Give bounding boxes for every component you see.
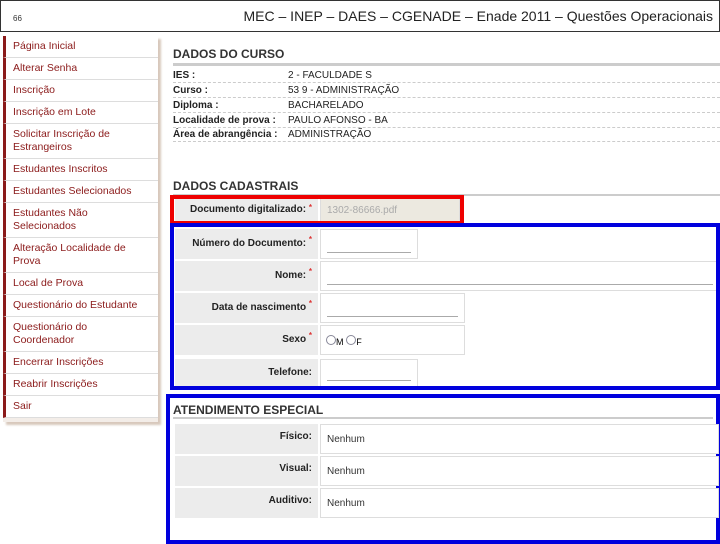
sidebar-item-sair[interactable]: Sair <box>3 396 158 418</box>
value: Nenhum <box>327 498 365 509</box>
slide-header: 66 MEC – INEP – DAES – CGENADE – Enade 2… <box>0 0 720 32</box>
sidebar-item-alterar-senha[interactable]: Alterar Senha <box>3 58 158 80</box>
highlight-blue-box <box>170 223 720 390</box>
sidebar-item-local-prova[interactable]: Local de Prova <box>3 273 158 295</box>
sidebar-item-reabrir-inscricoes[interactable]: Reabrir Inscrições <box>3 374 158 396</box>
value: BACHARELADO <box>288 100 364 111</box>
page-number: 66 <box>13 14 22 23</box>
label: IES : <box>173 70 196 81</box>
label: Diploma : <box>173 100 219 111</box>
sidebar-item-estudantes-selecionados[interactable]: Estudantes Selecionados <box>3 181 158 203</box>
sidebar-item-questionario-estudante[interactable]: Questionário do Estudante <box>3 295 158 317</box>
sidebar-item-inscricao-lote[interactable]: Inscrição em Lote <box>3 102 158 124</box>
section-heading-cadastrais: DADOS CADASTRAIS <box>173 179 299 193</box>
sidebar-item-estudantes-inscritos[interactable]: Estudantes Inscritos <box>3 159 158 181</box>
sidebar-item-questionario-coordenador[interactable]: Questionário do Coordenador <box>3 317 158 352</box>
value: PAULO AFONSO - BA <box>288 115 388 126</box>
info-row-ies: IES : 2 - FACULDADE S <box>173 68 720 83</box>
label: Auditivo: <box>268 495 312 506</box>
label: Localidade de prova : <box>173 115 276 126</box>
sidebar-item-encerrar-inscricoes[interactable]: Encerrar Inscrições <box>3 352 158 374</box>
label: Visual: <box>279 463 312 474</box>
slide-title: MEC – INEP – DAES – CGENADE – Enade 2011… <box>243 8 714 24</box>
label: Curso : <box>173 85 208 96</box>
divider <box>173 417 713 419</box>
label: Área de abrangência : <box>173 129 278 140</box>
info-row-curso: Curso : 53 9 - ADMINISTRAÇÃO <box>173 83 720 98</box>
sidebar-item-pagina-inicial[interactable]: Página Inicial <box>3 36 158 58</box>
fisico-value: Nenhum <box>320 424 719 454</box>
info-row-localidade: Localidade de prova : PAULO AFONSO - BA <box>173 113 720 128</box>
label: Físico: <box>279 431 312 442</box>
sidebar-item-estudantes-nao-selecionados[interactable]: Estudantes Não Selecionados <box>3 203 158 238</box>
sidebar-item-alteracao-localidade[interactable]: Alteração Localidade de Prova <box>3 238 158 273</box>
sidebar-item-solicitar-estrangeiros[interactable]: Solicitar Inscrição de Estrangeiros <box>3 124 158 159</box>
row-visual: Visual: Nenhum <box>175 456 719 486</box>
sidebar-item-inscricao[interactable]: Inscrição <box>3 80 158 102</box>
row-auditivo: Auditivo: Nenhum <box>175 488 719 518</box>
section-heading-atendimento: ATENDIMENTO ESPECIAL <box>173 403 324 417</box>
value: 53 9 - ADMINISTRAÇÃO <box>288 85 400 96</box>
info-row-diploma: Diploma : BACHARELADO <box>173 98 720 113</box>
sidebar-menu: Página Inicial Alterar Senha Inscrição I… <box>3 36 158 422</box>
value: ADMINISTRAÇÃO <box>288 129 372 140</box>
value: Nenhum <box>327 434 365 445</box>
auditivo-value: Nenhum <box>320 488 719 518</box>
info-row-area: Área de abrangência : ADMINISTRAÇÃO <box>173 127 720 142</box>
row-fisico: Físico: Nenhum <box>175 424 719 454</box>
divider <box>173 63 720 66</box>
value: 2 - FACULDADE S <box>288 70 372 81</box>
visual-value: Nenhum <box>320 456 719 486</box>
section-heading-curso: DADOS DO CURSO <box>173 47 285 61</box>
value: Nenhum <box>327 466 365 477</box>
highlight-red-box <box>170 195 464 225</box>
